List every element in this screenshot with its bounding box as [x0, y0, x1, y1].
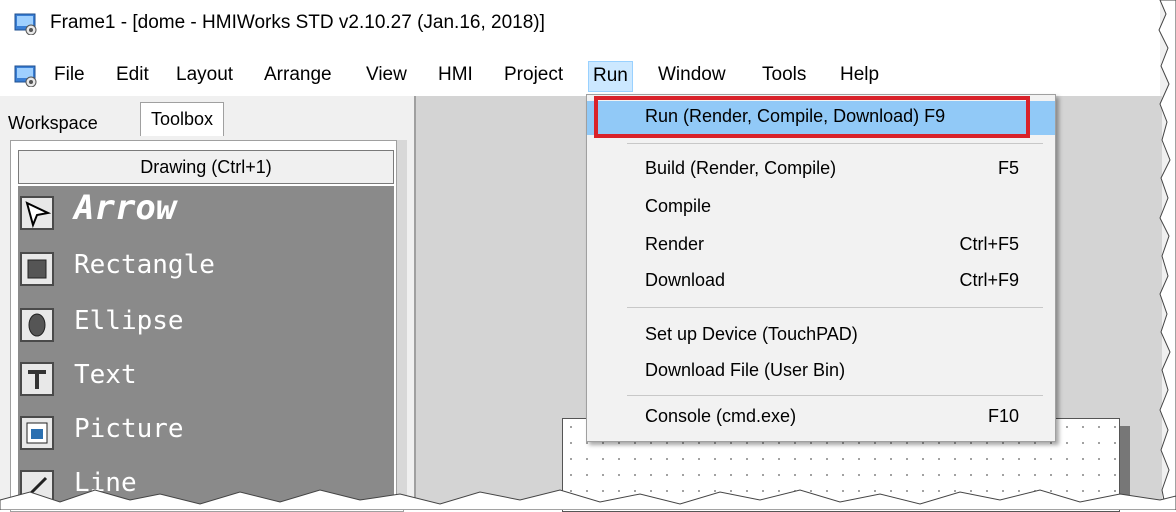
menu-help[interactable]: Help	[836, 64, 883, 86]
ellipse-icon	[20, 308, 54, 342]
menu-run-setup-device[interactable]: Set up Device (TouchPAD)	[587, 319, 1055, 353]
tab-toolbox[interactable]: Toolbox	[140, 102, 225, 136]
menu-layout[interactable]: Layout	[172, 64, 237, 86]
menu-separator	[627, 143, 1043, 144]
app-menu-icon[interactable]	[14, 65, 38, 87]
menu-window[interactable]: Window	[654, 64, 730, 86]
tool-label: Rectangle	[74, 250, 215, 280]
menu-hmi[interactable]: HMI	[434, 64, 477, 86]
tool-ellipse[interactable]: Ellipse	[20, 302, 390, 348]
menu-run-render[interactable]: Render Ctrl+F5	[587, 229, 1055, 263]
tool-label: Text	[74, 360, 137, 390]
menu-item-shortcut: Ctrl+F5	[959, 234, 1019, 254]
menu-separator	[627, 307, 1043, 308]
tab-workspace[interactable]: Workspace	[8, 113, 98, 134]
menu-item-shortcut: F10	[987, 406, 1019, 426]
menu-item-shortcut: F5	[997, 158, 1019, 178]
menu-file[interactable]: File	[50, 64, 89, 86]
tool-rectangle[interactable]: Rectangle	[20, 246, 390, 292]
menu-item-label: Console (cmd.exe)	[645, 406, 797, 426]
tool-text[interactable]: Text	[20, 356, 390, 402]
menu-tools[interactable]: Tools	[758, 64, 810, 86]
menu-run-build[interactable]: Build (Render, Compile) F5	[587, 153, 1055, 187]
arrow-cursor-icon	[20, 196, 54, 230]
app-window: Frame1 - [dome - HMIWorks STD v2.10.27 (…	[0, 0, 1176, 512]
menu-run-console[interactable]: Console (cmd.exe) F10	[587, 401, 1055, 435]
menu-item-label: Download	[645, 270, 726, 290]
menu-edit[interactable]: Edit	[112, 64, 153, 86]
menu-item-label: Download File (User Bin)	[645, 360, 846, 380]
tool-arrow[interactable]: Arrow	[20, 188, 390, 236]
toolbox-scrollbar[interactable]	[396, 140, 407, 510]
menu-run-download[interactable]: Download Ctrl+F9	[587, 265, 1055, 299]
menu-item-label: Set up Device (TouchPAD)	[645, 324, 858, 344]
rectangle-icon	[20, 252, 54, 286]
tool-label: Arrow	[74, 188, 177, 228]
menu-arrange[interactable]: Arrange	[260, 64, 336, 86]
tool-label: Picture	[74, 414, 184, 444]
title-bar: Frame1 - [dome - HMIWorks STD v2.10.27 (…	[0, 0, 1160, 56]
highlight-annotation-box	[594, 96, 1030, 138]
menu-separator	[627, 395, 1043, 396]
menu-run-compile[interactable]: Compile	[587, 191, 1055, 225]
menu-project[interactable]: Project	[500, 64, 567, 86]
window-title: Frame1 - [dome - HMIWorks STD v2.10.27 (…	[50, 12, 545, 33]
picture-icon	[20, 416, 54, 450]
menu-item-label: Render	[645, 234, 705, 254]
menu-item-label: Build (Render, Compile)	[645, 158, 837, 178]
tool-label: Ellipse	[74, 306, 184, 336]
torn-edge-bottom	[0, 489, 1176, 510]
run-menu-dropdown: Run (Render, Compile, Download) F9 Build…	[586, 94, 1056, 442]
menu-run-download-file[interactable]: Download File (User Bin)	[587, 355, 1055, 389]
menu-run[interactable]: Run	[588, 61, 633, 92]
menu-item-shortcut: Ctrl+F9	[959, 270, 1019, 290]
torn-edge-right	[1158, 0, 1176, 510]
text-icon	[20, 362, 54, 396]
menu-item-label: Compile	[645, 196, 712, 216]
menu-bar: File Edit Layout Arrange View HMI Projec…	[0, 56, 1160, 96]
menu-view[interactable]: View	[362, 64, 411, 86]
app-icon	[14, 13, 37, 35]
tool-picture[interactable]: Picture	[20, 410, 390, 456]
drawing-section-header[interactable]: Drawing (Ctrl+1)	[18, 150, 394, 184]
